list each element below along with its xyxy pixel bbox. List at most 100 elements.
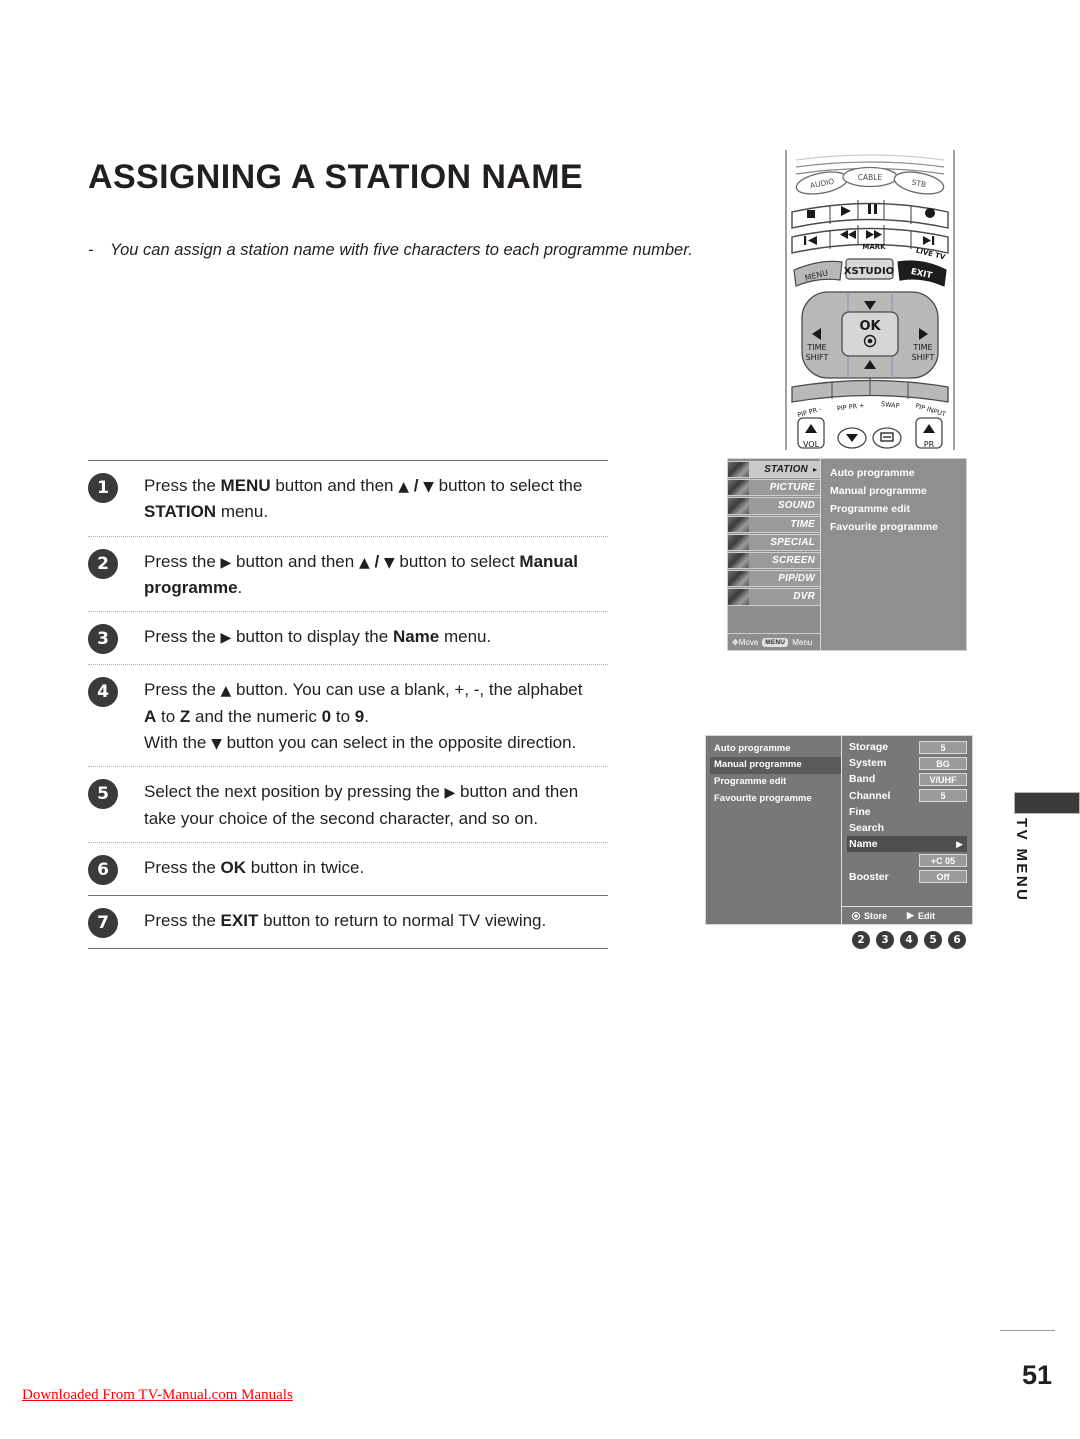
osd-sidebar-label: STATION [764, 464, 808, 476]
osd-manual-row-label: Booster [849, 870, 889, 883]
step-text: Press the ▶ button to display the Name m… [144, 623, 608, 650]
osd-sidebar-item[interactable]: PICTURE [728, 479, 820, 497]
svg-text:SHIFT: SHIFT [912, 353, 935, 362]
svg-text:MARK: MARK [862, 243, 886, 251]
osd-manual-row[interactable]: Fine [847, 804, 967, 820]
step-number-badge: 1 [88, 473, 118, 503]
osd-sidebar-item[interactable]: SCREEN [728, 551, 820, 570]
step-text: Press the MENU button and then ▲ / ▼ but… [144, 472, 608, 526]
store-circle-icon [852, 911, 860, 920]
osd-station-footer: ✥Move MENU Menu [728, 633, 820, 650]
step-item: 5 Select the next position by pressing th… [88, 767, 608, 842]
step-line: STATION menu. [144, 502, 269, 522]
osd-sidebar-thumbnail-icon [728, 589, 749, 605]
osd-manual-row-label: Storage [849, 741, 889, 754]
intro-dash: - [88, 241, 94, 259]
step-marker: 2 [852, 931, 870, 949]
osd-manual-row[interactable]: Storage 5 [847, 739, 967, 755]
osd-manual-row[interactable]: System BG [847, 755, 967, 771]
osd-sidebar-thumbnail-icon [728, 462, 749, 478]
svg-text:PR: PR [924, 440, 935, 449]
osd-sidebar-thumbnail-icon [728, 534, 749, 550]
step-line: Press the ▶ button and then ▲ / ▼ button… [144, 551, 578, 571]
download-source-link[interactable]: Downloaded From TV-Manual.com Manuals [22, 1387, 293, 1404]
osd-manual-row[interactable]: Channel 5 [847, 788, 967, 804]
osd-station-menu-item[interactable]: Auto programme [830, 464, 966, 482]
osd-station-sidebar[interactable]: STATION ▸ PICTURE SOUND TIME SPECIAL SCREEN PIP… [728, 459, 821, 650]
step-marker: 4 [900, 931, 918, 949]
step-line: programme. [144, 578, 243, 598]
osd-manual-left-item[interactable]: Auto programme [710, 740, 841, 757]
osd-manual-left-item[interactable]: Favourite programme [710, 790, 841, 807]
osd-sidebar-item[interactable]: TIME [728, 515, 820, 533]
osd-manual-row-label: Channel [849, 789, 891, 802]
osd-sidebar-thumbnail-icon [728, 552, 749, 569]
step-item: 2 Press the ▶ button and then ▲ / ▼ butto… [88, 537, 608, 612]
edit-hint: ▶ Edit [907, 910, 935, 921]
step-item: 3 Press the ▶ button to display the Name … [88, 612, 608, 664]
osd-manual-row-value[interactable]: V/UHF [919, 772, 967, 786]
osd-manual-row-value[interactable]: +C 05 [919, 853, 967, 867]
step-number-badge: 4 [88, 677, 118, 708]
osd-station-items[interactable]: Auto programme Manual programme Programme … [821, 459, 966, 650]
svg-text:TIME: TIME [912, 343, 932, 352]
osd-sidebar-item[interactable]: STATION ▸ [728, 461, 820, 479]
osd-manual-row[interactable]: Band V/UHF [847, 771, 967, 787]
osd-sidebar-thumbnail-icon [728, 498, 749, 514]
osd-manual-programme-menu[interactable]: Auto programme Manual programme Programme … [705, 735, 973, 925]
osd-manual-row-value[interactable]: 5 [919, 740, 967, 754]
step-line: Press the MENU button and then ▲ / ▼ but… [144, 476, 583, 495]
osd-sidebar-thumbnail-icon [728, 480, 749, 496]
osd-manual-row[interactable]: Search [847, 820, 967, 836]
tv-menu-tab-swatch [1014, 792, 1080, 814]
osd-manual-right-panel[interactable]: Storage 5 System BG Band V/UHF Channel 5 Fine Sea… [842, 736, 972, 924]
osd-manual-rows[interactable]: Storage 5 System BG Band V/UHF Channel 5 Fine Sea… [842, 736, 972, 906]
osd-sidebar-caret-icon: ▸ [812, 465, 817, 475]
osd-station-menu-item[interactable]: Manual programme [830, 482, 966, 500]
osd-sidebar-item[interactable]: SPECIAL [728, 533, 820, 551]
step-marker: 6 [948, 931, 966, 949]
svg-text:VOL: VOL [803, 440, 820, 449]
step-marker: 3 [876, 931, 894, 949]
osd-manual-row[interactable]: +C 05 [847, 852, 967, 868]
osd-manual-row-label: Name [849, 838, 878, 851]
osd-sidebar-thumbnail-icon [728, 571, 749, 587]
step-text: Press the ▶ button and then ▲ / ▼ button… [144, 548, 608, 602]
step-number-badge: 6 [88, 855, 118, 886]
osd-sidebar-item[interactable]: PIP/DW [728, 570, 820, 588]
step-line: take your choice of the second character… [144, 808, 539, 828]
step-line: Press the EXIT button to return to norma… [144, 911, 547, 931]
osd-manual-row[interactable]: Name ▶ [847, 836, 967, 853]
svg-text:TIME: TIME [806, 343, 826, 352]
osd-sidebar-item[interactable]: DVR [728, 588, 820, 606]
step-item: 6 Press the OK button in twice. [88, 843, 608, 895]
osd-station-menu-item[interactable]: Favourite programme [830, 518, 966, 536]
page-title: ASSIGNING A STATION NAME [88, 158, 584, 196]
osd-manual-row-value[interactable]: BG [919, 756, 967, 770]
osd-manual-row-value[interactable]: Off [919, 870, 967, 884]
tv-menu-tab-label: TV MENU [1013, 818, 1030, 903]
store-label: Store [864, 910, 888, 921]
osd-sidebar-label: DVR [793, 591, 815, 603]
osd-manual-footer: Store ▶ Edit [842, 906, 972, 924]
osd-sidebar-label: TIME [790, 518, 815, 530]
osd-manual-row-label: Band [849, 773, 876, 786]
step-line: Press the OK button in twice. [144, 858, 365, 878]
osd-manual-left-list[interactable]: Auto programme Manual programme Programme … [706, 736, 842, 924]
osd-manual-row-value[interactable]: 5 [919, 789, 967, 803]
step-line: With the ▼ button you can select in the … [144, 733, 577, 753]
osd-manual-left-item[interactable]: Programme edit [710, 774, 841, 791]
page-number: 51 [1021, 1360, 1052, 1390]
osd-manual-left-item[interactable]: Manual programme [710, 756, 841, 774]
osd-manual-row[interactable]: Booster Off [847, 869, 967, 885]
step-line: Press the ▶ button to display the Name m… [144, 627, 492, 647]
osd-station-menu[interactable]: STATION ▸ PICTURE SOUND TIME SPECIAL SCREEN PIP… [727, 458, 967, 651]
osd-sidebar-label: SCREEN [772, 555, 815, 567]
osd-sidebar-item[interactable]: SOUND [728, 497, 820, 515]
osd-station-menu-item[interactable]: Programme edit [830, 500, 966, 518]
step-number-badge: 3 [88, 624, 118, 655]
intro-text: You can assign a station name with five … [110, 241, 693, 259]
menu-hint-label: Menu [792, 637, 813, 647]
footer-divider [1000, 1330, 1055, 1331]
osd-sidebar-filler [728, 606, 820, 633]
